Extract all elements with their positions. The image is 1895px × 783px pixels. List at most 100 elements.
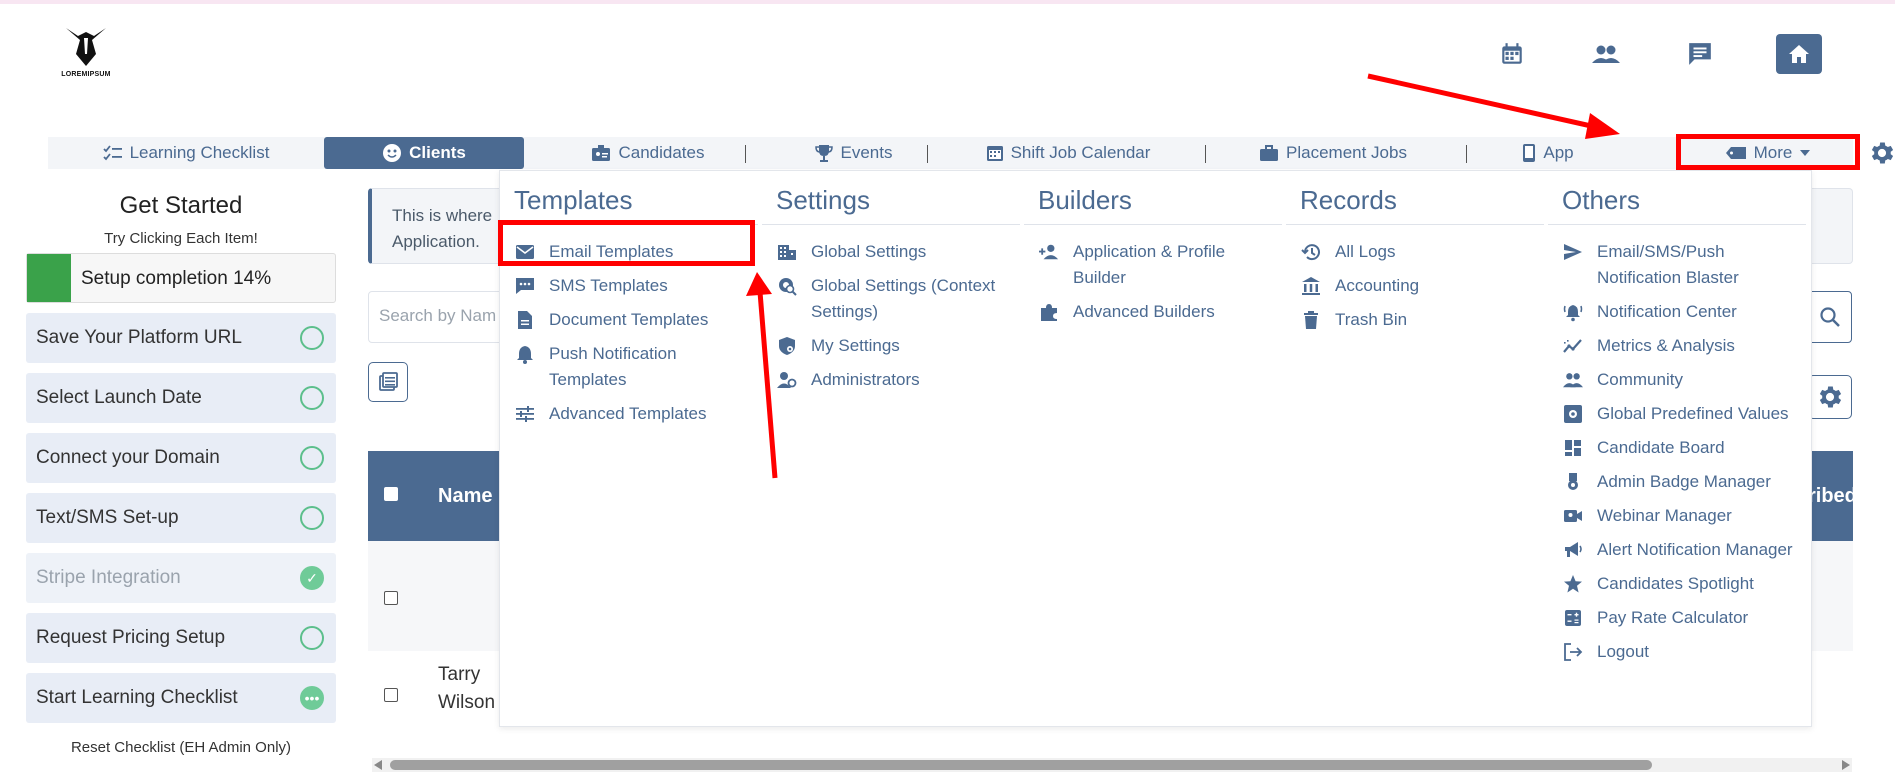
menu-item-advanced-builders[interactable]: Advanced Builders (1024, 295, 1286, 329)
trash-icon (1301, 307, 1321, 333)
menu-item-administrators[interactable]: Administrators (762, 363, 1024, 397)
menu-item-trash-bin[interactable]: Trash Bin (1286, 303, 1548, 337)
todo-circle-icon (300, 626, 324, 650)
menu-item-alert-notification-manager[interactable]: Alert Notification Manager (1548, 533, 1810, 567)
analytics-icon (1563, 333, 1583, 359)
checklist-item-learning[interactable]: Start Learning Checklist ••• (26, 673, 336, 723)
settings-gear-button[interactable] (1865, 137, 1895, 169)
row-checkbox[interactable] (384, 591, 398, 605)
table-settings-button[interactable] (1808, 375, 1852, 419)
row-name-line1: Tarry (438, 664, 481, 685)
tab-shift-job-calendar[interactable]: Shift Job Calendar (968, 137, 1168, 169)
menu-item-label: All Logs (1335, 242, 1396, 261)
menu-item-label: Document Templates (549, 310, 709, 329)
people-icon[interactable] (1584, 34, 1628, 74)
menu-item-application-profile-builder[interactable]: Application & Profile Builder (1024, 235, 1286, 295)
checklist-item-stripe[interactable]: Stripe Integration ✓ (26, 553, 336, 603)
menu-item-document-templates[interactable]: Document Templates (500, 303, 762, 337)
search-button[interactable] (1808, 291, 1852, 343)
column-title: Others (1548, 171, 1806, 225)
menu-item-label: Metrics & Analysis (1597, 336, 1735, 355)
tab-label: Shift Job Calendar (1010, 143, 1151, 162)
checklist-item-launch-date[interactable]: Select Launch Date (26, 373, 336, 423)
tab-app[interactable]: App (1498, 137, 1598, 169)
scroll-thumb[interactable] (390, 760, 1652, 770)
menu-column-settings: Settings Global Settings Global Settings… (762, 171, 1024, 397)
menu-item-candidates-spotlight[interactable]: Candidates Spotlight (1548, 567, 1810, 601)
menu-item-global-predefined-values[interactable]: Global Predefined Values (1548, 397, 1810, 431)
menu-item-notification-blaster[interactable]: Email/SMS/Push Notification Blaster (1548, 235, 1810, 295)
menu-item-global-settings[interactable]: Global Settings (762, 235, 1024, 269)
progress-label: Setup completion 14% (81, 268, 272, 289)
checklist-item-domain[interactable]: Connect your Domain (26, 433, 336, 483)
gear-icon (1871, 142, 1894, 164)
menu-item-my-settings[interactable]: My Settings (762, 329, 1024, 363)
highlight-box-more (1676, 134, 1860, 170)
checklist-item-pricing[interactable]: Request Pricing Setup (26, 613, 336, 663)
tab-label: App (1543, 143, 1574, 162)
sliders-icon (515, 401, 535, 427)
send-icon (1563, 239, 1583, 265)
menu-item-logout[interactable]: Logout (1548, 635, 1810, 669)
checklist-item-label: Save Your Platform URL (36, 327, 242, 348)
row-client-name[interactable]: Tarry Wilson (438, 661, 495, 717)
get-started-sidebar: Get Started Try Clicking Each Item! Setu… (26, 188, 336, 756)
reset-checklist-link[interactable]: Reset Checklist (EH Admin Only) (26, 739, 336, 756)
id-badge-icon (592, 145, 611, 161)
menu-item-label: Notification Center (1597, 302, 1737, 321)
column-header-subscribed[interactable]: ribed (1808, 485, 1857, 508)
menu-item-all-logs[interactable]: All Logs (1286, 235, 1548, 269)
tab-candidates[interactable]: Candidates (548, 137, 748, 169)
shield-gear-icon (777, 333, 797, 359)
checkmark-icon: ✓ (300, 566, 324, 590)
menu-item-label: Accounting (1335, 276, 1420, 295)
table-view-button[interactable] (368, 362, 408, 402)
menu-item-community[interactable]: Community (1548, 363, 1810, 397)
menu-item-push-notification-templates[interactable]: Push Notification Templates (500, 337, 762, 397)
menu-item-label: Candidates Spotlight (1597, 574, 1754, 593)
checklist-item-label: Stripe Integration (36, 567, 181, 588)
tab-clients[interactable]: Clients (324, 137, 524, 169)
menu-item-label: Email/SMS/Push Notification Blaster (1597, 242, 1739, 287)
checklist-item-platform-url[interactable]: Save Your Platform URL (26, 313, 336, 363)
checklist-item-label: Start Learning Checklist (36, 687, 238, 708)
tab-events[interactable]: Events (778, 137, 928, 169)
menu-item-admin-badge-manager[interactable]: Admin Badge Manager (1548, 465, 1810, 499)
scroll-right-arrow-icon[interactable] (1842, 760, 1850, 770)
menu-column-records: Records All Logs Accounting Trash Bin (1286, 171, 1548, 337)
gear-icon (1819, 386, 1842, 408)
home-icon (1789, 45, 1809, 63)
menu-item-advanced-templates[interactable]: Advanced Templates (500, 397, 762, 431)
tab-learning-checklist[interactable]: Learning Checklist (98, 137, 274, 169)
menu-item-global-settings-context[interactable]: Global Settings (Context Settings) (762, 269, 1024, 329)
logo[interactable]: LOREMIPSUM (60, 24, 112, 80)
tab-placement-jobs[interactable]: Placement Jobs (1238, 137, 1428, 169)
menu-item-metrics-analysis[interactable]: Metrics & Analysis (1548, 329, 1810, 363)
menu-item-label: Application & Profile Builder (1073, 242, 1226, 287)
home-button[interactable] (1776, 34, 1822, 74)
checklist-item-label: Request Pricing Setup (36, 627, 226, 648)
select-all-checkbox[interactable] (384, 487, 398, 501)
checklist-item-label: Connect your Domain (36, 447, 220, 468)
menu-item-pay-rate-calculator[interactable]: Pay Rate Calculator (1548, 601, 1810, 635)
menu-item-webinar-manager[interactable]: Webinar Manager (1548, 499, 1810, 533)
row-checkbox[interactable] (384, 688, 398, 702)
megaphone-icon (1563, 537, 1583, 563)
menu-item-accounting[interactable]: Accounting (1286, 269, 1548, 303)
horizontal-scrollbar[interactable] (372, 758, 1852, 772)
phone-icon (1523, 144, 1536, 162)
chat-icon[interactable] (1678, 34, 1722, 74)
menu-item-sms-templates[interactable]: SMS Templates (500, 269, 762, 303)
calendar-icon[interactable] (1490, 34, 1534, 74)
menu-item-label: Trash Bin (1335, 310, 1408, 329)
bell-icon (515, 341, 535, 367)
menu-item-candidate-board[interactable]: Candidate Board (1548, 431, 1810, 465)
menu-item-label: Webinar Manager (1597, 506, 1732, 525)
scroll-left-arrow-icon[interactable] (374, 760, 382, 770)
column-header-name[interactable]: Name (438, 485, 492, 508)
menu-column-templates: Templates Email Templates SMS Templates … (498, 171, 762, 431)
checklist-item-sms-setup[interactable]: Text/SMS Set-up (26, 493, 336, 543)
tab-label: Events (840, 143, 893, 162)
menu-item-label: Alert Notification Manager (1597, 540, 1793, 559)
menu-item-notification-center[interactable]: Notification Center (1548, 295, 1810, 329)
